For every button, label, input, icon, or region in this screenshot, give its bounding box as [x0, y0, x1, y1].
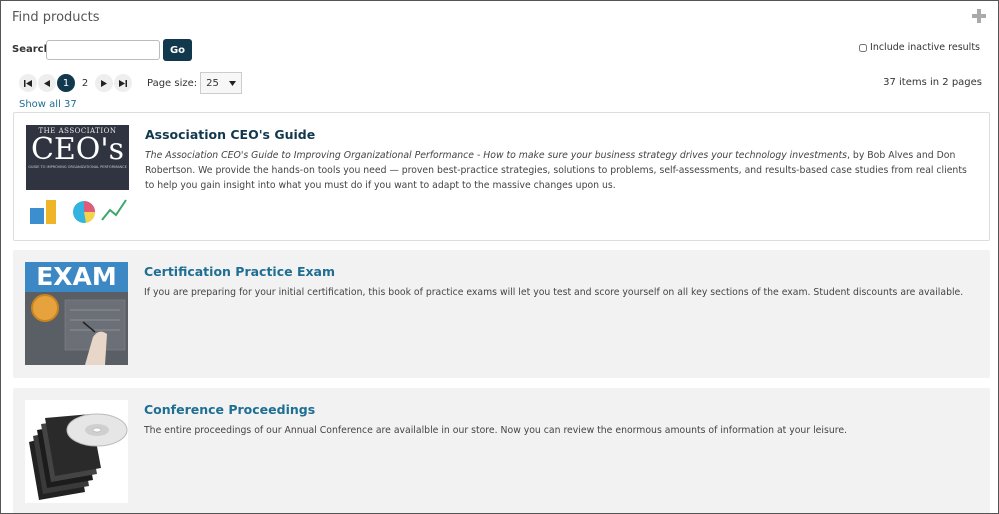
include-inactive-label: Include inactive results	[870, 42, 980, 53]
product-image[interactable]: THE ASSOCIATION CEO's GUIDE TO IMPROVING…	[26, 125, 129, 228]
cover-chart-graphic	[26, 190, 129, 228]
find-products-panel: Find products Search Go Include inactive…	[0, 0, 999, 514]
next-page-icon[interactable]	[95, 74, 113, 92]
add-icon[interactable]	[972, 9, 986, 23]
hand-writing-graphic	[64, 299, 126, 365]
page-size-value: 25	[206, 77, 219, 89]
product-image[interactable]: EXAM	[25, 262, 128, 365]
product-description: The entire proceedings of our Annual Con…	[144, 425, 848, 436]
prev-page-icon[interactable]	[38, 74, 56, 92]
go-button[interactable]: Go	[163, 39, 192, 61]
product-title[interactable]: Certification Practice Exam	[144, 264, 335, 279]
cover-big-text: CEO's	[30, 132, 125, 167]
items-summary: 37 items in 2 pages	[883, 77, 982, 88]
first-page-icon[interactable]	[19, 74, 37, 92]
product-card: THE ASSOCIATION CEO's GUIDE TO IMPROVING…	[13, 112, 990, 241]
page-1-button[interactable]: 1	[57, 74, 75, 92]
product-description: If you are preparing for your initial ce…	[144, 287, 964, 298]
search-label: Search	[12, 44, 51, 55]
cd-stack-graphic	[29, 413, 128, 500]
product-image[interactable]	[25, 400, 128, 503]
cover-exam-text: EXAM	[25, 262, 128, 292]
product-description: The Association CEO's Guide to Improving…	[145, 148, 975, 193]
product-card: EXAM Certification Practice Exam If you …	[13, 250, 990, 378]
pager: 1 2 Page size: 25	[19, 72, 243, 94]
chevron-down-icon	[229, 80, 237, 86]
cover-sub-text: GUIDE TO IMPROVING ORGANIZATIONAL PERFOR…	[28, 165, 127, 169]
page-size-label: Page size:	[147, 77, 198, 89]
show-all-link[interactable]: Show all 37	[19, 99, 77, 110]
include-inactive-option: Include inactive results	[859, 42, 980, 53]
page-2-button[interactable]: 2	[76, 74, 94, 92]
page-size-select[interactable]: 25	[200, 72, 243, 94]
include-inactive-checkbox[interactable]	[859, 43, 868, 52]
search-input[interactable]	[46, 40, 160, 60]
product-title[interactable]: Association CEO's Guide	[145, 127, 315, 142]
product-description-italic: The Association CEO's Guide to Improving…	[145, 150, 848, 161]
page-title: Find products	[12, 10, 100, 25]
product-card: Conference Proceedings The entire procee…	[13, 388, 990, 513]
last-page-icon[interactable]	[114, 74, 132, 92]
product-title[interactable]: Conference Proceedings	[144, 402, 315, 417]
